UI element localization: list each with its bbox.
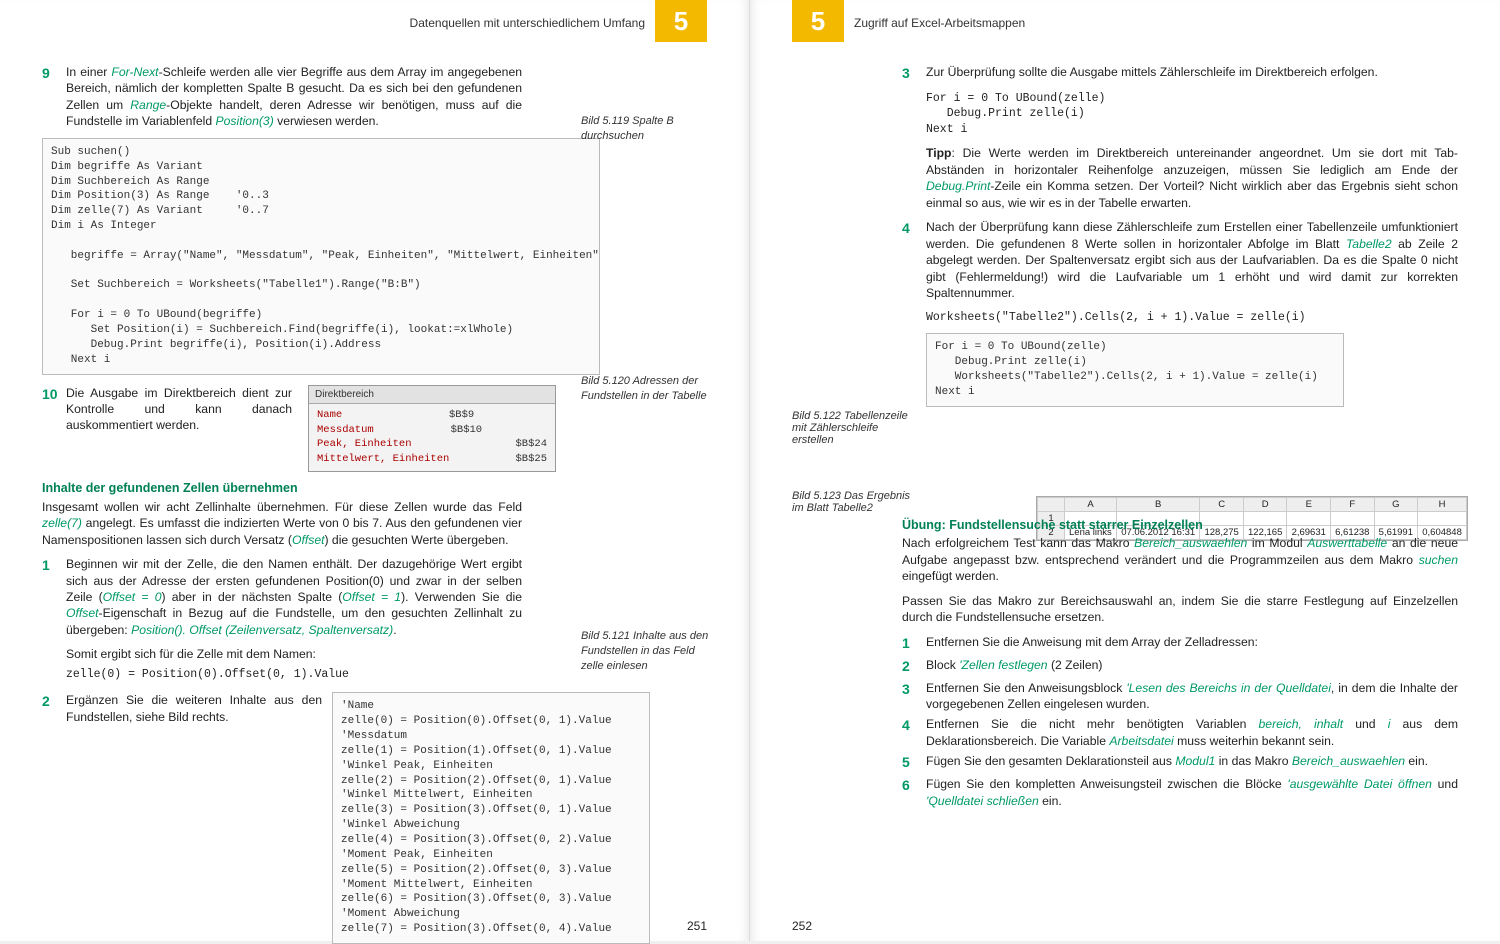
r-step-1: 1Entfernen Sie die Anweisung mit dem Arr… <box>902 634 1458 653</box>
code-zelle-offsets: 'Name zelle(0) = Position(0).Offset(0, 1… <box>332 692 650 944</box>
para-inhalte: Insgesamt wollen wir acht Zellinhalte üb… <box>42 499 522 548</box>
subhead-uebung: Übung: Fundstellensuche statt starrer Ei… <box>902 517 1458 534</box>
page-right: 5 Zugriff auf Excel-Arbeitsmappen 3 Zur … <box>750 0 1500 941</box>
running-title-left: Datenquellen mit unterschiedlichem Umfan… <box>400 14 655 32</box>
para-uebung-1: Nach erfolgreichem Test kann das Makro B… <box>902 535 1458 584</box>
step-10: 10 Die Ausgabe im Direktbereich dient zu… <box>42 385 292 434</box>
page-number-left: 251 <box>687 919 707 933</box>
caption-5-122: Bild 5.122 Tabellenzeile mit Zählerschle… <box>792 410 922 446</box>
page-left: Datenquellen mit unterschiedlichem Umfan… <box>0 0 750 941</box>
code-suchen: Sub suchen() Dim begriffe As Variant Dim… <box>42 138 600 375</box>
caption-5-123: Bild 5.123 Das Ergebnis im Blatt Tabelle… <box>792 490 922 514</box>
page-number-right: 252 <box>792 919 812 933</box>
para-uebung-2: Passen Sie das Makro zur Bereichsauswahl… <box>902 593 1458 626</box>
r-step-2: 2Block 'Zellen festlegen (2 Zeilen) <box>902 657 1458 676</box>
left-step-2: 2 Ergänzen Sie die weiteren Inhalte aus … <box>42 692 322 725</box>
step-9: 9 In einer For-Next-Schleife werden alle… <box>42 64 522 130</box>
somit-line: Somit ergibt sich für die Zelle mit dem … <box>66 646 522 682</box>
caption-5-120: Bild 5.120 Adressen der Fundstellen in d… <box>581 374 711 404</box>
book-spread: Datenquellen mit unterschiedlichem Umfan… <box>0 0 1500 941</box>
right-step-4: 4 Nach der Überprüfung kann diese Zähler… <box>902 219 1458 301</box>
chapter-number-left: 5 <box>655 0 707 42</box>
caption-5-119: Bild 5.119 Spalte B durchsuchen <box>581 114 711 144</box>
code-worksheets-line: Worksheets("Tabelle2").Cells(2, i + 1).V… <box>926 310 1458 326</box>
left-step-1: 1 Beginnen wir mit der Zelle, die den Na… <box>42 556 522 638</box>
tipp-para: Tipp: Die Werte werden im Direktbereich … <box>926 145 1458 211</box>
header-right: 5 Zugriff auf Excel-Arbeitsmappen <box>792 14 1458 54</box>
subhead-inhalte: Inhalte der gefundenen Zellen übernehmen <box>42 480 707 497</box>
r-step-6: 6Fügen Sie den kompletten Anweisungsteil… <box>902 776 1458 809</box>
code-for-cells: For i = 0 To UBound(zelle) Debug.Print z… <box>926 333 1344 406</box>
chapter-number-right: 5 <box>792 0 844 42</box>
header-left: Datenquellen mit unterschiedlichem Umfan… <box>42 14 707 54</box>
running-title-right: Zugriff auf Excel-Arbeitsmappen <box>844 14 1035 32</box>
code-for-debug: For i = 0 To UBound(zelle) Debug.Print z… <box>926 91 1458 138</box>
caption-5-121: Bild 5.121 Inhalte aus den Fundstellen i… <box>581 629 711 674</box>
direktbereich-box: Direktbereich Name$B$9 Messdatum$B$10 Pe… <box>308 385 556 472</box>
right-step-3: 3 Zur Überprüfung sollte die Ausgabe mit… <box>902 64 1458 83</box>
r-step-4: 4Entfernen Sie die nicht mehr benötigten… <box>902 716 1458 749</box>
sheet-header-row: ABCDEFGH <box>1038 498 1467 512</box>
r-step-5: 5Fügen Sie den gesamten Deklarationsteil… <box>902 753 1458 772</box>
r-step-3: 3Entfernen Sie den Anweisungsblock 'Lese… <box>902 680 1458 713</box>
